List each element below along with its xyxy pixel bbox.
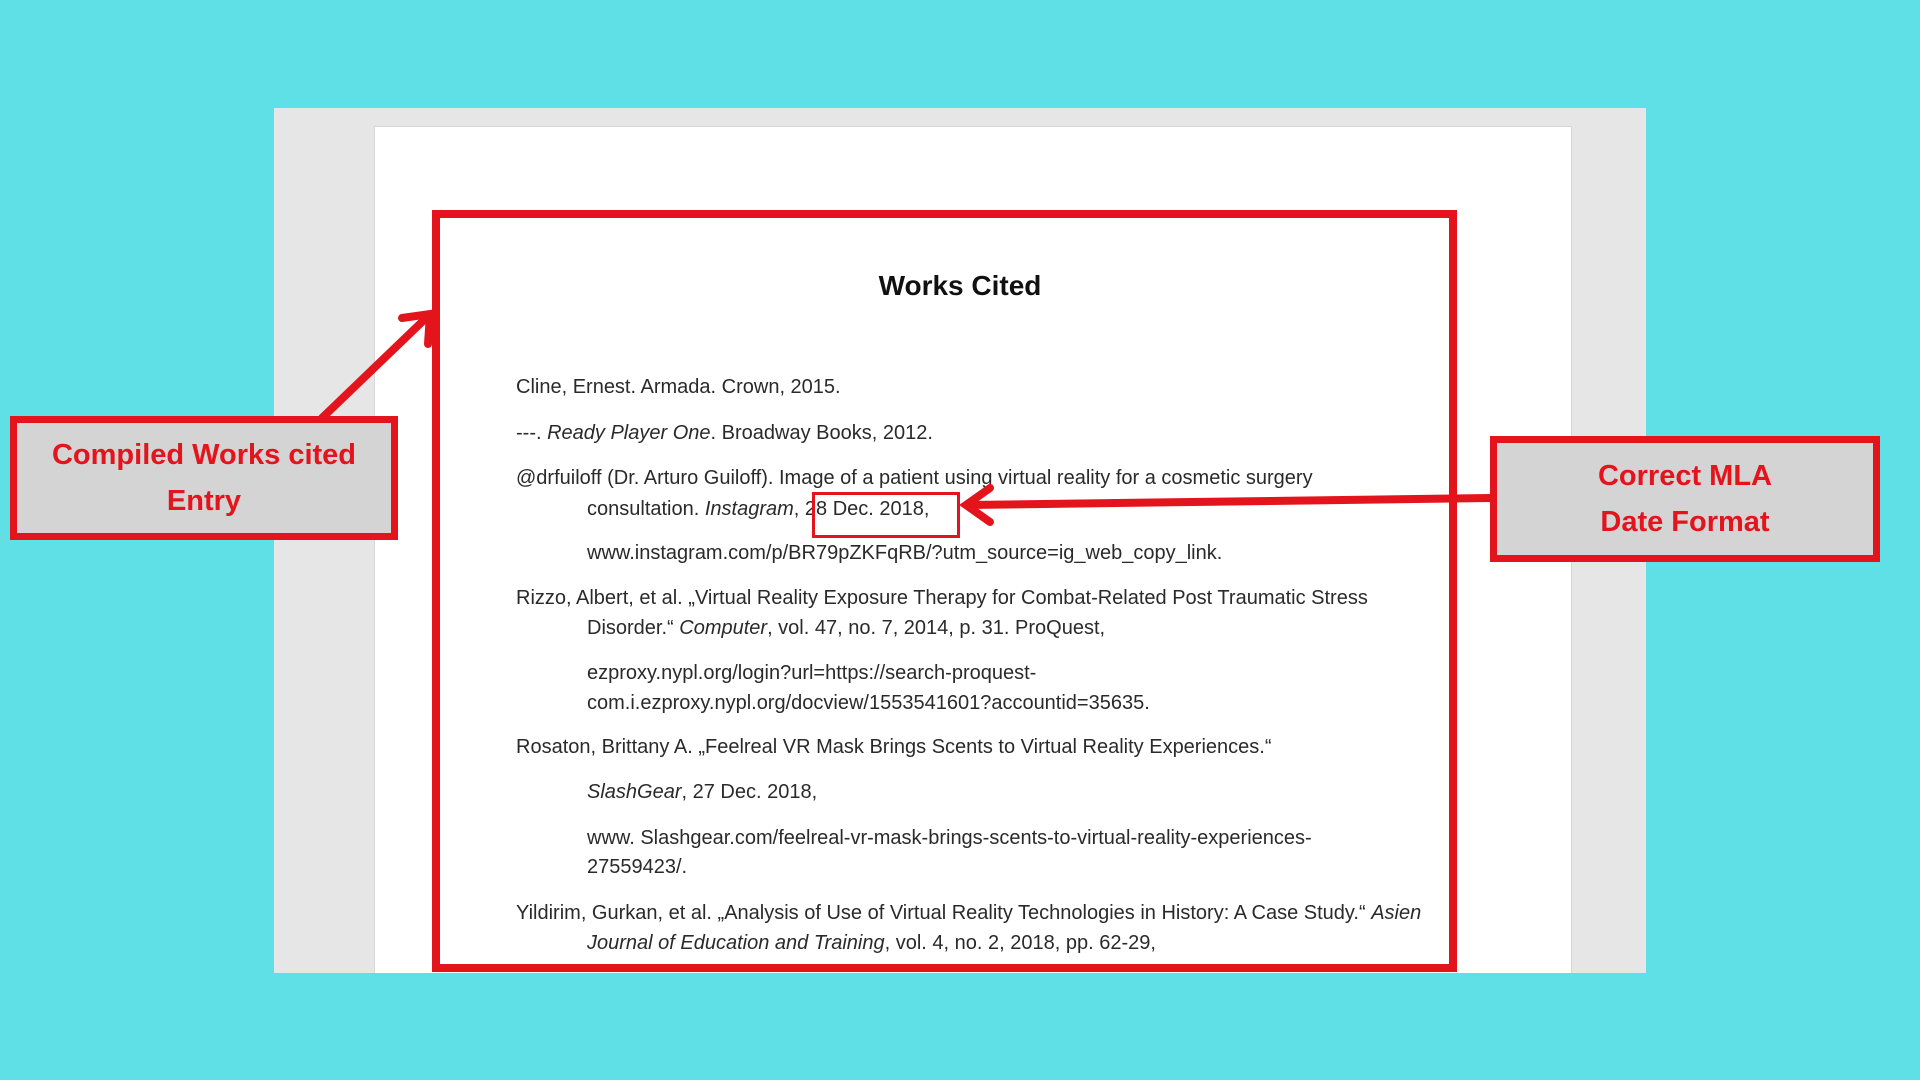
citation-container-title: Ready Player One [547,422,711,444]
citation-entry-line: Yildirim, Gurkan, et al. „Analysis of Us… [516,898,1421,928]
page-title: Works Cited [878,270,1042,301]
callout-compiled-works-cited: Compiled Works cited Entry [10,416,398,540]
citation-text: . Broadway Books, 2012. [710,422,933,444]
citation-continuation-line: www. Slashgear.com/feelreal-vr-mask-brin… [587,823,1312,853]
citation-text: ---. [516,422,548,444]
callout-label-line: Date Format [1600,506,1770,538]
citation-text: Rosaton, Brittany A. „Feelreal VR Mask B… [516,736,1272,758]
citation-entry-line: Cline, Ernest. Armada. Crown, 2015. [516,372,841,402]
citation-continuation-line: SlashGear, 27 Dec. 2018, [587,777,817,807]
citation-continuation-line: 27559423/. [587,852,687,882]
citation-entry-line: ---. Ready Player One. Broadway Books, 2… [516,418,933,448]
citation-text: www.instagram.com/p/BR79pZKFqRB/?utm_sou… [587,542,1223,564]
citation-text: Disorder.“ [587,617,680,639]
citation-text: com.i.ezproxy.nypl.org/docview/155354160… [587,692,1150,714]
citation-continuation-line: com.i.ezproxy.nypl.org/docview/155354160… [587,688,1150,718]
citation-container-title: Computer [679,617,768,639]
date-highlight-box [812,492,960,538]
citation-continuation-line: Disorder.“ Computer, vol. 47, no. 7, 201… [587,613,1105,643]
citation-text: consultation. [587,498,705,520]
citation-container-title: SlashGear [587,781,682,803]
citation-entry-line: Rosaton, Brittany A. „Feelreal VR Mask B… [516,732,1272,762]
callout-label-line: Entry [166,485,242,517]
citation-text: 27559423/. [587,856,688,878]
citation-text: Cline, Ernest. Armada. Crown, 2015. [516,376,841,398]
citation-text: www. Slashgear.com/feelreal-vr-mask-brin… [587,827,1312,849]
citation-continuation-line: ezproxy.nypl.org/login?url=https://searc… [587,658,1036,688]
citation-text: @drfuiloff (Dr. Arturo Guiloff). Image o… [516,467,1313,489]
citation-entry-line: Rizzo, Albert, et al. „Virtual Reality E… [516,583,1368,613]
callout-correct-mla-date: Correct MLA Date Format [1490,436,1880,562]
callout-label-line: Correct MLA [1597,460,1772,492]
citation-text: , vol. 47, no. 7, 2014, p. 31. ProQuest, [767,617,1106,639]
citation-continuation-line: www.instagram.com/p/BR79pZKFqRB/?utm_sou… [587,538,1222,568]
callout-label-line: Compiled Works cited [51,439,357,471]
citation-text: , 27 Dec. 2018, [681,781,818,803]
citation-container-title: Asien [1371,902,1422,924]
citation-text: , vol. 4, no. 2, 2018, pp. 62-29, [884,932,1156,954]
citation-container-title: Journal of Education and Training [587,932,885,954]
citation-entry-line: @drfuiloff (Dr. Arturo Guiloff). Image o… [516,463,1313,493]
citation-text: ezproxy.nypl.org/login?url=https://searc… [587,662,1037,684]
citation-text: Rizzo, Albert, et al. „Virtual Reality E… [516,587,1368,609]
citation-continuation-line: Journal of Education and Training, vol. … [587,928,1156,958]
citation-container-title: Instagram [704,498,794,520]
citation-text: Yildirim, Gurkan, et al. „Analysis of Us… [516,902,1372,924]
